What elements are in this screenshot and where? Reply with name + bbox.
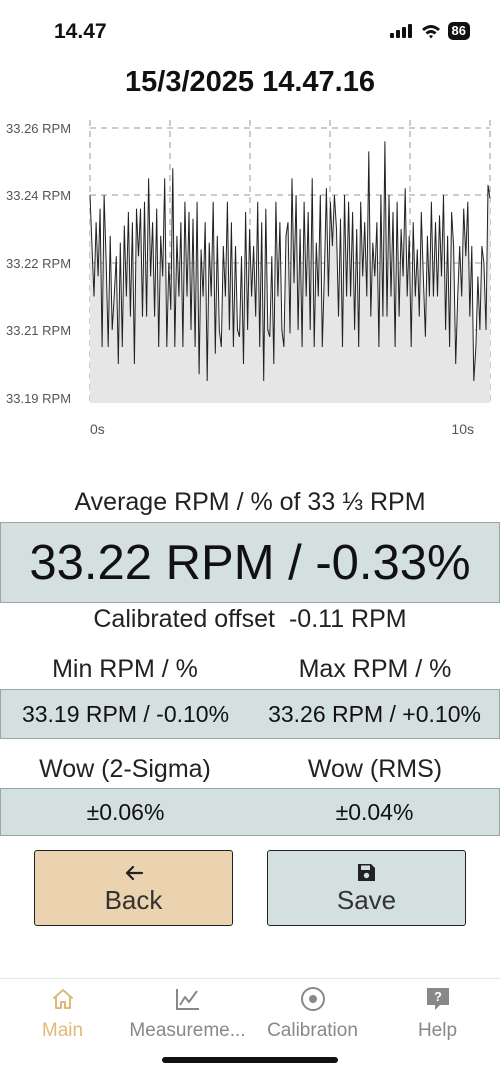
tabbar-divider [0,978,500,979]
floppy-disk-icon [357,861,376,885]
tab-calibration[interactable]: Calibration [250,982,375,1042]
save-button[interactable]: Save [267,850,466,926]
min-label: Min RPM / % [52,655,198,683]
y-tick-label: 33.19 RPM [6,391,71,406]
tab-main-label: Main [41,1020,84,1041]
tab-bar: Main Measureme... Calibration ? Help [0,982,500,1052]
max-value: 33.26 RPM / +0.10% [268,700,481,727]
average-value: 33.22 RPM / -0.33% [0,522,500,603]
y-axis-ticks: 33.26 RPM 33.24 RPM 33.22 RPM 33.21 RPM 33.1… [6,121,71,406]
chart-line-icon [175,982,201,1016]
target-icon [300,982,326,1016]
home-icon [51,982,75,1016]
max-label: Max RPM / % [298,655,452,683]
offset-value: -0.11 RPM [288,605,407,633]
tab-help-label: Help [417,1020,458,1041]
min-max-panel: 33.19 RPM / -0.10% 33.26 RPM / +0.10% [0,689,500,739]
back-button-label: Back [104,884,163,915]
rpm-chart: 33.26 RPM 33.24 RPM 33.22 RPM 33.21 RPM 33.1… [6,120,491,437]
svg-text:?: ? [434,989,442,1004]
signal-icon [389,24,412,38]
min-value: 33.19 RPM / -0.10% [21,700,230,727]
average-label: Average RPM / % of 33 ⅓ RPM [74,488,426,516]
tab-main[interactable]: Main [0,982,125,1042]
calibrated-offset: Calibrated offset -0.11 RPM [0,605,500,634]
x-tick-label: 10s [451,421,474,437]
arrow-left-icon [124,861,144,885]
wow-2sigma-label: Wow (2-Sigma) [39,755,211,783]
y-tick-label: 33.21 RPM [6,323,71,338]
back-button[interactable]: Back [34,850,233,926]
help-icon: ? [424,982,452,1016]
wow-2sigma-value: ±0.06% [86,798,165,825]
y-tick-label: 33.22 RPM [6,256,71,271]
offset-label: Calibrated offset [93,605,275,633]
wow-rms-value: ±0.04% [335,798,414,825]
home-indicator [162,1057,338,1063]
tab-calibration-label: Calibration [267,1020,358,1041]
wifi-icon [421,24,440,38]
battery-icon: 86 [447,22,470,40]
tab-measurements[interactable]: Measureme... [125,982,250,1042]
y-tick-label: 33.24 RPM [6,188,71,203]
x-tick-label: 0s [90,421,105,437]
tab-help[interactable]: ? Help [375,982,500,1042]
save-button-label: Save [336,884,397,915]
measurement-timestamp: 15/3/2025 14.47.16 [125,66,375,98]
wow-panel: ±0.06% ±0.04% [0,788,500,836]
status-icons: 86 [389,22,470,40]
status-time: 14.47 [54,20,107,43]
wow-rms-label: Wow (RMS) [307,755,443,783]
tab-measurements-label: Measureme... [129,1020,246,1041]
x-axis-ticks: 0s 10s [90,421,474,437]
y-tick-label: 33.26 RPM [6,121,71,136]
